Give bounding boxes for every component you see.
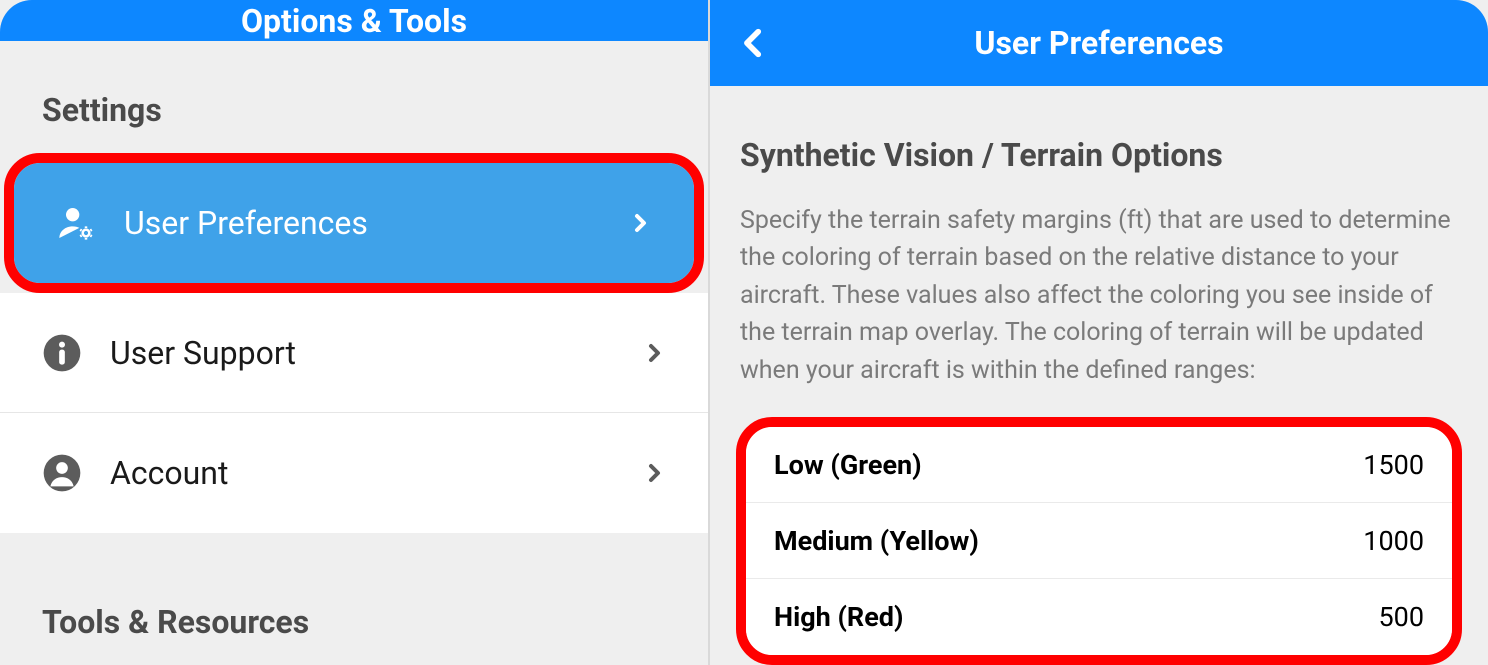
highlight-annotation: User Preferences — [4, 153, 704, 293]
user-gear-icon — [56, 203, 96, 243]
info-icon — [42, 333, 82, 373]
sidebar-item-label: User Support — [82, 334, 642, 372]
section-header-settings: Settings — [0, 41, 708, 153]
chevron-right-icon — [642, 341, 666, 365]
terrain-row-label: Medium (Yellow) — [774, 525, 979, 557]
sidebar-item-user-preferences[interactable]: User Preferences — [14, 163, 694, 283]
terrain-row-low[interactable]: Low (Green) 1500 — [746, 427, 1452, 503]
terrain-row-value: 1500 — [1363, 449, 1424, 481]
sidebar-item-label: User Preferences — [96, 204, 628, 242]
terrain-row-label: Low (Green) — [774, 449, 922, 481]
chevron-right-icon — [642, 461, 666, 485]
right-header-title: User Preferences — [710, 24, 1488, 62]
section-header-tools: Tools & Resources — [0, 533, 708, 665]
highlight-annotation: Low (Green) 1500 Medium (Yellow) 1000 Hi… — [736, 417, 1462, 665]
left-pane: Options & Tools Settings User Preference… — [0, 0, 710, 665]
terrain-row-high[interactable]: High (Red) 500 — [746, 579, 1452, 655]
account-icon — [42, 453, 82, 493]
back-button[interactable] — [734, 23, 774, 63]
content-title: Synthetic Vision / Terrain Options — [740, 136, 1458, 174]
sidebar-item-label: Account — [82, 454, 642, 492]
right-content: Synthetic Vision / Terrain Options Speci… — [710, 86, 1488, 665]
terrain-row-value: 500 — [1378, 601, 1424, 633]
terrain-row-label: High (Red) — [774, 601, 903, 633]
terrain-row-value: 1000 — [1363, 525, 1424, 557]
chevron-right-icon — [628, 211, 652, 235]
sidebar-item-account[interactable]: Account — [0, 413, 708, 533]
sidebar-item-user-support[interactable]: User Support — [0, 293, 708, 413]
left-header-title: Options & Tools — [241, 2, 467, 40]
left-header: Options & Tools — [0, 0, 708, 41]
content-description: Specify the terrain safety margins (ft) … — [740, 202, 1458, 390]
right-pane: User Preferences Synthetic Vision / Terr… — [710, 0, 1488, 665]
right-header: User Preferences — [710, 0, 1488, 86]
terrain-row-medium[interactable]: Medium (Yellow) 1000 — [746, 503, 1452, 579]
settings-list: User Preferences User Support — [0, 153, 708, 533]
